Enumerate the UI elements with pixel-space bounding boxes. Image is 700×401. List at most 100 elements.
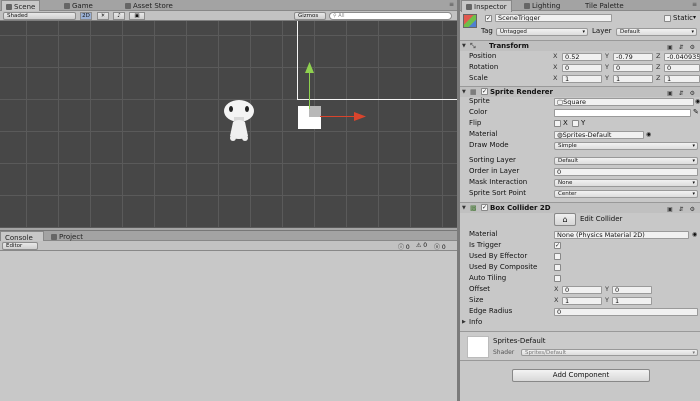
component-settings-icon[interactable]: ▣ ⇵ ⚙ [667, 205, 697, 215]
box-collider-enabled-checkbox[interactable]: ✓ [481, 204, 488, 211]
position-y-field[interactable]: -0.79 [613, 52, 653, 61]
x-axis-arrow-icon[interactable] [354, 112, 366, 121]
used-by-composite-checkbox[interactable] [554, 264, 561, 271]
transform-header[interactable]: ▼ ⤡ Transform ▣ ⇵ ⚙ [460, 40, 700, 51]
color-swatch[interactable] [554, 108, 691, 117]
scale-x-field[interactable]: 1 [562, 74, 602, 83]
position-row: Position X 0.52 Y -0.79 Z -0.040935 [469, 52, 700, 61]
fold-arrow-icon[interactable]: ▼ [462, 41, 466, 51]
flip-y-checkbox[interactable] [572, 120, 579, 127]
is-trigger-checkbox[interactable]: ✓ [554, 242, 561, 249]
box-collider-header[interactable]: ▼ ▩ ✓ Box Collider 2D ▣ ⇵ ⚙ [460, 202, 700, 213]
tab-inspector[interactable]: Inspector [461, 0, 512, 12]
material-thumbnail[interactable] [467, 336, 489, 358]
color-row: Color ✎ [469, 107, 699, 118]
add-component-button[interactable]: Add Component [512, 369, 650, 382]
info-foldout[interactable]: ▶ Info [460, 317, 700, 328]
tab-game[interactable]: Game [60, 1, 97, 11]
tag-dropdown[interactable]: Untagged [496, 28, 588, 36]
position-z-field[interactable]: -0.040935 [664, 52, 700, 61]
2d-mode-button[interactable]: 2D [80, 12, 92, 20]
edit-collider-icon: ⌂ [562, 215, 568, 224]
camera-bounds-line [297, 21, 298, 100]
rotation-z-field[interactable]: 0 [664, 63, 700, 72]
auto-tiling-row: Auto Tiling [460, 273, 700, 284]
rotation-y-field[interactable]: 0 [613, 63, 653, 72]
object-picker-icon[interactable]: ◉ [646, 129, 651, 140]
info-count[interactable]: ⓘ 0 [398, 242, 410, 251]
size-row: Size X 1 Y 1 [460, 295, 700, 306]
scale-y-field[interactable]: 1 [613, 74, 653, 83]
active-checkbox[interactable]: ✓ [485, 15, 492, 22]
editor-dropdown[interactable]: Editor [2, 242, 38, 250]
object-picker-icon[interactable]: ◉ [692, 229, 697, 240]
sprite-row: Sprite ▢Square ◉ [469, 96, 700, 107]
edit-collider-button[interactable]: ⌂ [554, 213, 576, 226]
sorting-layer-dropdown[interactable]: Default [554, 156, 698, 165]
size-y-field[interactable]: 1 [612, 296, 652, 305]
sprite-renderer-enabled-checkbox[interactable]: ✓ [481, 88, 488, 95]
sprite-material-field[interactable]: ◍Sprites-Default [554, 130, 644, 139]
order-in-layer-field[interactable]: 0 [554, 167, 698, 176]
console-log-area[interactable] [0, 251, 457, 401]
sprite-field[interactable]: ▢Square [554, 97, 694, 106]
scene-icon [6, 3, 12, 10]
object-name-field[interactable]: SceneTrigger [495, 14, 612, 22]
lock-icon[interactable]: ≡ [692, 1, 697, 8]
lighting-toggle-icon[interactable]: ☀ [97, 12, 109, 20]
edge-radius-field[interactable]: 0 [554, 307, 698, 316]
used-by-effector-checkbox[interactable] [554, 253, 561, 260]
collider-material-row: Material None (Physics Material 2D) ◉ [469, 229, 698, 240]
mask-interaction-dropdown[interactable]: None [554, 178, 698, 187]
warning-count[interactable]: ⚠ 0 [416, 242, 427, 249]
camera-bounds-line [297, 99, 457, 100]
static-label: Static [673, 14, 694, 22]
flip-x-checkbox[interactable] [554, 120, 561, 127]
y-axis-arrow-icon[interactable] [305, 62, 314, 73]
move-gizmo-x-axis[interactable] [320, 116, 356, 117]
transform-icon: ⤡ [470, 42, 476, 50]
offset-x-field[interactable]: 0 [562, 285, 602, 294]
collider-material-field[interactable]: None (Physics Material 2D) [554, 230, 689, 239]
inspector-tab-bar: Inspector Lighting Tile Palette ≡ [460, 0, 700, 12]
offset-y-field[interactable]: 0 [612, 285, 652, 294]
shader-dropdown[interactable]: Sprites/Default [521, 349, 698, 356]
scale-z-field[interactable]: 1 [664, 74, 700, 83]
console-tab-bar: Console Project [0, 230, 457, 243]
scene-viewport[interactable] [0, 21, 457, 228]
edge-radius-row: Edge Radius 0 [460, 306, 700, 317]
fold-arrow-icon[interactable]: ▶ [462, 317, 466, 328]
shader-label: Shader [493, 349, 515, 356]
static-checkbox[interactable] [664, 15, 671, 22]
tab-asset-store[interactable]: Asset Store [121, 1, 177, 11]
auto-tiling-checkbox[interactable] [554, 275, 561, 282]
scene-search-input[interactable]: ⚲ All [329, 12, 452, 20]
inspector-panel: Inspector Lighting Tile Palette ≡ ✓ Scen… [460, 0, 700, 401]
error-count[interactable]: ⓧ 0 [434, 242, 446, 251]
scene-tab-bar: Scene Game Asset Store ≡ [0, 0, 457, 12]
effects-toggle-icon[interactable]: ▣ [129, 12, 145, 20]
tab-tile-palette[interactable]: Tile Palette [581, 1, 628, 11]
character-sprite[interactable] [222, 98, 256, 142]
position-x-field[interactable]: 0.52 [562, 52, 602, 61]
gizmos-dropdown[interactable]: Gizmos [294, 12, 326, 20]
rotation-x-field[interactable]: 0 [562, 63, 602, 72]
panel-menu-icon[interactable]: ≡ [449, 1, 454, 8]
mask-interaction-row: Mask Interaction None [460, 177, 700, 188]
fold-arrow-icon[interactable]: ▼ [462, 203, 466, 213]
eyedropper-icon[interactable]: ✎ [693, 107, 699, 118]
shading-mode-dropdown[interactable]: Shaded [3, 12, 76, 20]
tab-lighting[interactable]: Lighting [520, 1, 564, 11]
layer-dropdown[interactable]: Default [616, 28, 697, 36]
chevron-down-icon[interactable]: ▾ [693, 14, 696, 21]
gameobject-icon[interactable] [463, 14, 477, 28]
draw-mode-row: Draw Mode Simple [460, 140, 700, 151]
move-gizmo-y-axis[interactable] [309, 69, 310, 109]
audio-toggle-icon[interactable]: ♪ [113, 12, 125, 20]
draw-mode-dropdown[interactable]: Simple [554, 141, 698, 150]
scale-row: Scale X 1 Y 1 Z 1 [460, 73, 700, 84]
folder-icon [51, 234, 57, 240]
sprite-sort-point-dropdown[interactable]: Center [554, 189, 698, 198]
size-x-field[interactable]: 1 [562, 296, 602, 305]
object-picker-icon[interactable]: ◉ [695, 96, 700, 107]
